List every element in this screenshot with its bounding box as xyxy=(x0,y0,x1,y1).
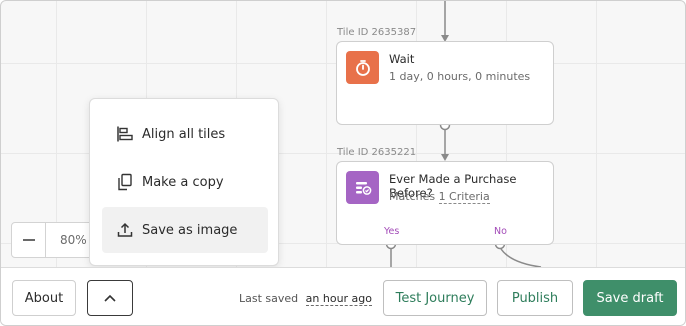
last-saved-time: an hour ago xyxy=(305,292,373,306)
zoom-control: 80% xyxy=(11,222,101,258)
menu-item-make-a-copy[interactable]: Make a copy xyxy=(102,159,268,205)
menu-item-align-all-tiles[interactable]: Align all tiles xyxy=(102,111,268,157)
more-actions-menu: Align all tiles Make a copy Save as imag… xyxy=(89,98,279,266)
tile-id-label: Tile ID 2635221 xyxy=(337,147,417,158)
last-saved-status: Last saved an hour ago xyxy=(239,292,373,306)
branch-no-label: No xyxy=(494,226,507,237)
more-actions-button[interactable] xyxy=(87,280,133,316)
tile-subtitle: 1 day, 0 hours, 0 minutes xyxy=(389,70,531,83)
zoom-level: 80% xyxy=(60,233,87,247)
footer-toolbar: About Last saved an hour ago Test Journe… xyxy=(1,267,685,325)
save-draft-button[interactable]: Save draft xyxy=(583,280,677,316)
journey-canvas[interactable]: Tile ID 2635387 Wait 1 day, 0 hours, 0 m… xyxy=(0,0,686,326)
menu-item-label: Make a copy xyxy=(142,174,224,190)
menu-item-label: Save as image xyxy=(142,222,238,238)
tile-subtitle: Matches 1 Criteria xyxy=(389,190,490,204)
tile-title: Wait xyxy=(389,52,415,66)
test-journey-button[interactable]: Test Journey xyxy=(383,280,487,316)
stopwatch-icon xyxy=(346,51,379,84)
condition-tile[interactable]: Ever Made a Purchase Before? Matches 1 C… xyxy=(336,161,554,245)
zoom-out-button[interactable] xyxy=(12,223,46,257)
last-saved-label: Last saved xyxy=(239,292,299,305)
align-icon xyxy=(116,125,142,143)
chevron-up-icon xyxy=(104,294,116,302)
matches-label: Matches xyxy=(389,190,436,203)
criteria-link[interactable]: 1 Criteria xyxy=(438,190,490,204)
minus-icon xyxy=(22,239,35,241)
wait-tile[interactable]: Wait 1 day, 0 hours, 0 minutes xyxy=(336,41,554,125)
tile-id-label: Tile ID 2635387 xyxy=(337,27,417,38)
upload-icon xyxy=(116,221,142,239)
copy-icon xyxy=(116,173,142,191)
condition-icon xyxy=(346,171,379,204)
branch-yes-label: Yes xyxy=(384,226,400,237)
menu-item-save-as-image[interactable]: Save as image xyxy=(102,207,268,253)
publish-button[interactable]: Publish xyxy=(497,280,573,316)
menu-item-label: Align all tiles xyxy=(142,126,226,142)
about-button[interactable]: About xyxy=(12,280,76,316)
